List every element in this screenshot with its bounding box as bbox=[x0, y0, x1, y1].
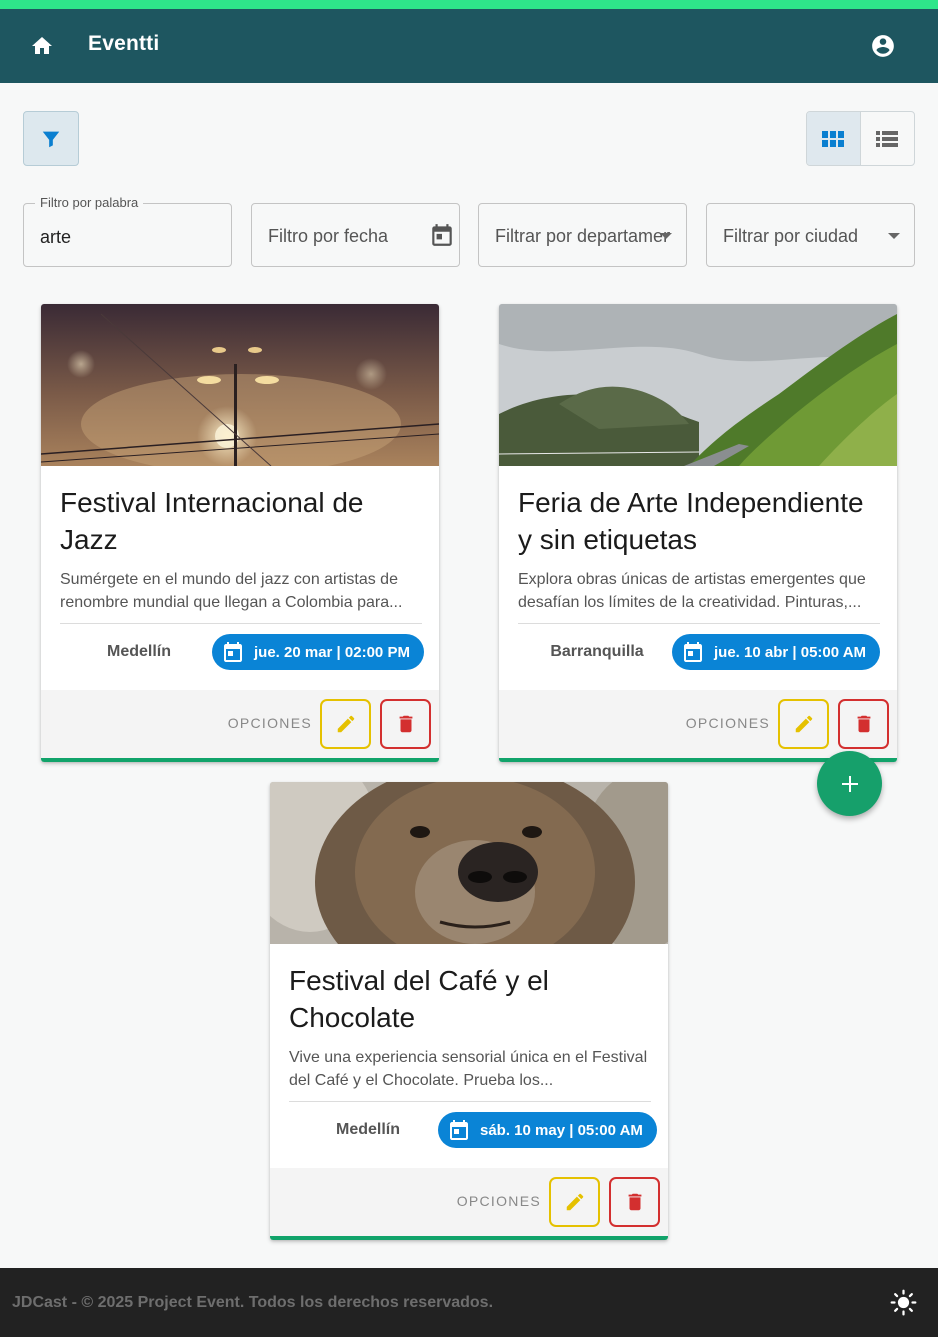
edit-button[interactable] bbox=[778, 699, 829, 749]
pencil-icon bbox=[795, 715, 812, 733]
city-filter-select[interactable]: Filtrar por ciudad bbox=[706, 203, 915, 267]
footer-copyright: JDCast - © 2025 Project Event. Todos los… bbox=[12, 1294, 494, 1311]
add-event-button[interactable] bbox=[817, 751, 882, 816]
options-label[interactable]: OPCIONES bbox=[228, 715, 312, 731]
event-city: Medellín bbox=[335, 1121, 400, 1138]
grid-view-button[interactable] bbox=[807, 112, 861, 165]
event-card[interactable]: Feria de Arte Independiente y sin etique… bbox=[499, 304, 897, 762]
pencil-icon bbox=[337, 715, 354, 733]
event-title[interactable]: Feria de Arte Independiente y sin etique… bbox=[518, 484, 880, 558]
calendar-icon bbox=[224, 642, 242, 662]
grid-view-icon bbox=[822, 130, 845, 147]
edit-button[interactable] bbox=[320, 699, 371, 749]
event-description: Sumérgete en el mundo del jazz con artis… bbox=[60, 571, 403, 611]
city-filter-placeholder: Filtrar por ciudad bbox=[723, 226, 859, 246]
card-accent-bar bbox=[270, 1236, 668, 1240]
page-footer: JDCast - © 2025 Project Event. Todos los… bbox=[0, 1268, 938, 1337]
event-card[interactable]: Festival Internacional de Jazz Sumérgete… bbox=[41, 304, 439, 762]
app-title[interactable]: Eventti bbox=[88, 32, 159, 56]
event-date-text: jue. 20 mar | 02:00 PM bbox=[254, 643, 410, 661]
card-actions: OPCIONES bbox=[499, 690, 897, 758]
divider bbox=[60, 623, 422, 624]
event-title[interactable]: Festival del Café y el Chocolate bbox=[289, 962, 651, 1036]
keyword-filter-field[interactable]: Filtro por palabra arte bbox=[23, 195, 232, 267]
calendar-icon bbox=[684, 642, 702, 662]
foggy-lamps-image bbox=[41, 304, 439, 466]
card-accent-bar bbox=[41, 758, 439, 762]
bear-image bbox=[270, 782, 668, 944]
event-date-chip[interactable]: jue. 20 mar | 02:00 PM bbox=[212, 634, 424, 670]
mountain-valley-image bbox=[499, 304, 897, 466]
trash-icon bbox=[399, 715, 412, 733]
event-city: Medellín bbox=[106, 643, 171, 660]
view-toggle bbox=[806, 111, 915, 166]
plus-icon bbox=[841, 775, 858, 792]
event-city: Barranquilla bbox=[550, 643, 644, 660]
trash-icon bbox=[628, 1193, 641, 1211]
card-actions: OPCIONES bbox=[270, 1168, 668, 1236]
calendar-icon[interactable] bbox=[429, 222, 455, 248]
divider bbox=[518, 623, 880, 624]
options-label[interactable]: OPCIONES bbox=[457, 1193, 541, 1209]
app-bar: Eventti bbox=[0, 9, 938, 83]
chevron-down-icon bbox=[660, 233, 672, 239]
sun-icon[interactable] bbox=[890, 1289, 917, 1316]
home-icon[interactable] bbox=[30, 34, 54, 58]
department-filter-select[interactable]: Filtrar por departamento bbox=[478, 203, 687, 267]
card-actions: OPCIONES bbox=[41, 690, 439, 758]
keyword-filter-label: Filtro por palabra bbox=[35, 195, 144, 210]
account-circle-icon[interactable] bbox=[870, 33, 896, 59]
event-date-chip[interactable]: sáb. 10 may | 05:00 AM bbox=[438, 1112, 657, 1148]
filter-icon bbox=[42, 131, 60, 147]
trash-icon bbox=[857, 715, 870, 733]
event-description: Explora obras únicas de artistas emergen… bbox=[518, 571, 866, 611]
event-card[interactable]: Festival del Café y el Chocolate Vive un… bbox=[270, 782, 668, 1240]
delete-button[interactable] bbox=[380, 699, 431, 749]
delete-button[interactable] bbox=[609, 1177, 660, 1227]
event-date-text: sáb. 10 may | 05:00 AM bbox=[480, 1121, 643, 1139]
date-filter-field[interactable]: Filtro por fecha bbox=[251, 203, 460, 267]
edit-button[interactable] bbox=[549, 1177, 600, 1227]
options-label[interactable]: OPCIONES bbox=[686, 715, 770, 731]
event-date-text: jue. 10 abr | 05:00 AM bbox=[714, 643, 867, 661]
delete-button[interactable] bbox=[838, 699, 889, 749]
list-view-icon bbox=[876, 130, 899, 147]
calendar-icon bbox=[450, 1120, 468, 1140]
chevron-down-icon bbox=[888, 233, 900, 239]
department-filter-placeholder: Filtrar por departamento bbox=[495, 226, 670, 246]
list-view-button[interactable] bbox=[861, 112, 915, 165]
pencil-icon bbox=[566, 1193, 583, 1211]
event-date-chip[interactable]: jue. 10 abr | 05:00 AM bbox=[672, 634, 881, 670]
date-filter-placeholder: Filtro por fecha bbox=[268, 226, 389, 246]
keyword-filter-input[interactable]: arte bbox=[40, 227, 71, 248]
filter-toggle-button[interactable] bbox=[23, 111, 79, 166]
divider bbox=[289, 1101, 651, 1102]
event-title[interactable]: Festival Internacional de Jazz bbox=[60, 484, 422, 558]
event-description: Vive una experiencia sensorial única en … bbox=[289, 1049, 648, 1089]
top-accent-line bbox=[0, 0, 938, 9]
